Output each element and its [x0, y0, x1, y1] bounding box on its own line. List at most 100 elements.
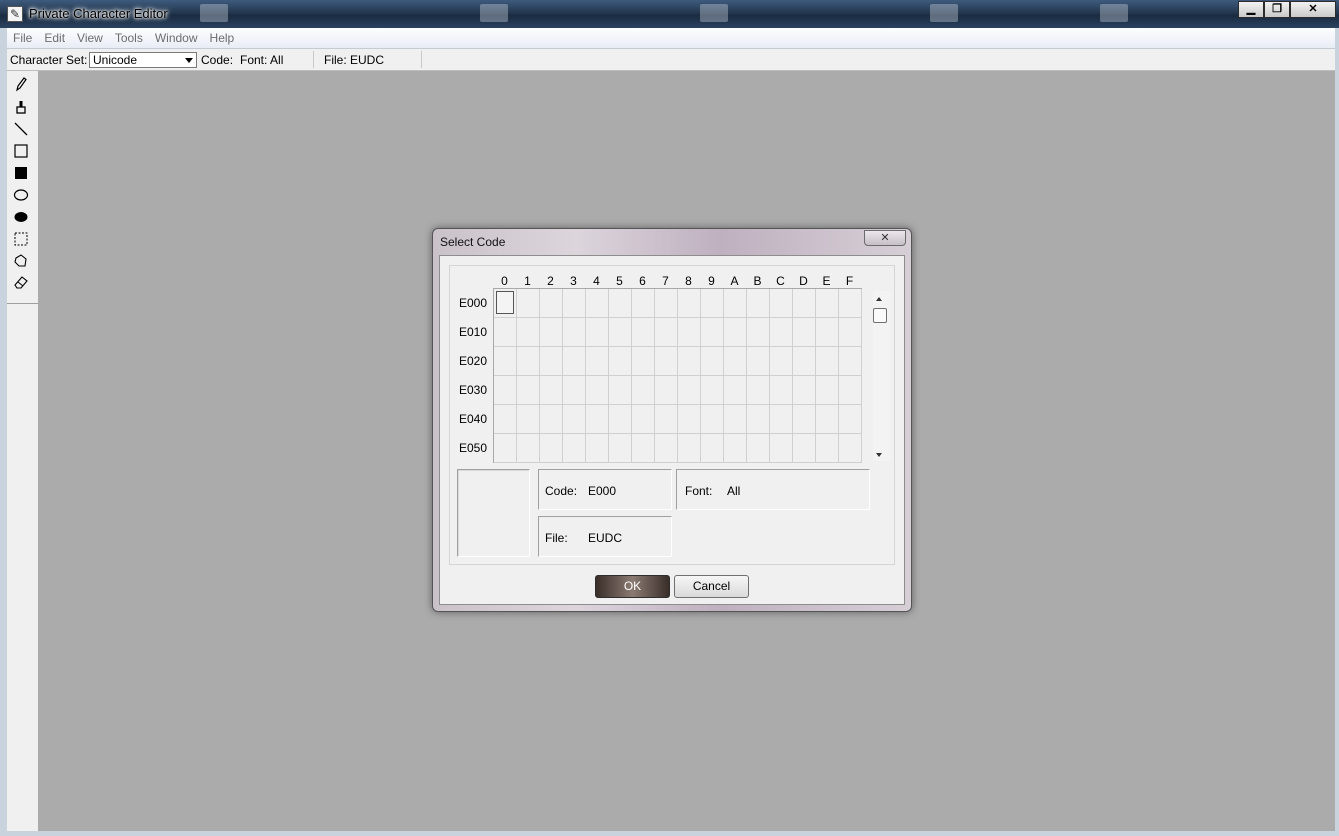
code-cell[interactable] — [563, 434, 586, 463]
code-cell[interactable] — [632, 347, 655, 376]
line-icon[interactable] — [11, 121, 31, 141]
code-cell[interactable] — [747, 434, 770, 463]
code-cell[interactable] — [793, 318, 816, 347]
code-cell[interactable] — [563, 405, 586, 434]
code-cell[interactable] — [494, 376, 517, 405]
code-cell[interactable] — [701, 347, 724, 376]
pencil-icon[interactable] — [11, 76, 31, 96]
code-cell[interactable] — [586, 347, 609, 376]
eraser-icon[interactable] — [11, 274, 31, 294]
hollow-rectangle-icon[interactable] — [11, 143, 31, 163]
code-cell[interactable] — [494, 347, 517, 376]
code-cell[interactable] — [563, 376, 586, 405]
rectangular-selection-icon[interactable] — [11, 231, 31, 251]
code-cell[interactable] — [517, 318, 540, 347]
menu-edit[interactable]: Edit — [38, 28, 71, 46]
scroll-thumb[interactable] — [873, 308, 887, 323]
code-grid-scrollbar[interactable] — [873, 291, 890, 461]
code-cell[interactable] — [517, 347, 540, 376]
code-cell[interactable] — [586, 289, 609, 318]
code-cell[interactable] — [609, 434, 632, 463]
code-cell[interactable] — [770, 318, 793, 347]
code-cell[interactable] — [517, 289, 540, 318]
code-cell[interactable] — [701, 289, 724, 318]
code-cell[interactable] — [494, 405, 517, 434]
menu-window[interactable]: Window — [149, 28, 204, 46]
code-cell[interactable] — [793, 289, 816, 318]
code-cell[interactable] — [678, 405, 701, 434]
code-cell[interactable] — [816, 405, 839, 434]
code-cell[interactable] — [586, 376, 609, 405]
code-cell[interactable] — [747, 347, 770, 376]
code-cell[interactable] — [839, 434, 862, 463]
code-cell[interactable] — [839, 289, 862, 318]
code-cell[interactable] — [609, 318, 632, 347]
code-cell[interactable] — [563, 347, 586, 376]
menu-view[interactable]: View — [71, 28, 109, 46]
code-cell[interactable] — [747, 289, 770, 318]
scroll-up-arrow-icon[interactable] — [876, 297, 882, 301]
code-cell[interactable] — [563, 318, 586, 347]
code-cell[interactable] — [655, 434, 678, 463]
filled-ellipse-icon[interactable] — [11, 209, 31, 229]
brush-icon[interactable] — [11, 99, 31, 119]
code-cell[interactable] — [747, 318, 770, 347]
cancel-button[interactable]: Cancel — [674, 575, 749, 598]
dialog-close-button[interactable]: ✕ — [864, 230, 906, 246]
filled-rectangle-icon[interactable] — [11, 165, 31, 185]
code-cell[interactable] — [747, 405, 770, 434]
code-cell[interactable] — [563, 289, 586, 318]
scroll-down-arrow-icon[interactable] — [876, 453, 882, 457]
code-cell[interactable] — [586, 405, 609, 434]
code-cell[interactable] — [655, 347, 678, 376]
code-cell[interactable] — [839, 376, 862, 405]
code-cell[interactable] — [816, 289, 839, 318]
code-cell[interactable] — [632, 289, 655, 318]
code-cell[interactable] — [540, 405, 563, 434]
code-cell[interactable] — [517, 434, 540, 463]
code-cell[interactable] — [816, 318, 839, 347]
code-cell[interactable] — [724, 318, 747, 347]
code-cell[interactable] — [701, 434, 724, 463]
code-cell[interactable] — [793, 434, 816, 463]
code-cell[interactable] — [609, 289, 632, 318]
code-cell[interactable] — [655, 405, 678, 434]
code-cell[interactable] — [839, 405, 862, 434]
code-cell[interactable] — [793, 405, 816, 434]
code-cell[interactable] — [793, 347, 816, 376]
chevron-down-icon[interactable] — [185, 58, 193, 63]
code-cell[interactable] — [770, 289, 793, 318]
code-cell[interactable] — [517, 376, 540, 405]
code-cell[interactable] — [724, 347, 747, 376]
menu-tools[interactable]: Tools — [109, 28, 149, 46]
code-cell[interactable] — [839, 347, 862, 376]
code-cell[interactable] — [609, 347, 632, 376]
code-cell[interactable] — [540, 347, 563, 376]
code-cell[interactable] — [586, 318, 609, 347]
code-cell[interactable] — [494, 289, 517, 318]
code-cell[interactable] — [678, 347, 701, 376]
code-cell[interactable] — [540, 376, 563, 405]
charset-select[interactable]: Unicode — [89, 52, 197, 68]
hollow-ellipse-icon[interactable] — [11, 187, 31, 207]
code-cell[interactable] — [724, 376, 747, 405]
menu-help[interactable]: Help — [204, 28, 241, 46]
code-cell[interactable] — [770, 376, 793, 405]
freeform-selection-icon[interactable] — [11, 253, 31, 273]
code-cell[interactable] — [655, 376, 678, 405]
code-cell[interactable] — [724, 405, 747, 434]
close-button[interactable]: ✕ — [1290, 1, 1336, 18]
code-cell[interactable] — [586, 434, 609, 463]
code-cell[interactable] — [609, 376, 632, 405]
code-cell[interactable] — [724, 289, 747, 318]
code-cell[interactable] — [839, 318, 862, 347]
code-cell[interactable] — [747, 376, 770, 405]
code-cell[interactable] — [540, 318, 563, 347]
menu-file[interactable]: File — [7, 28, 38, 46]
code-cell[interactable] — [724, 434, 747, 463]
code-cell[interactable] — [770, 434, 793, 463]
code-cell[interactable] — [540, 289, 563, 318]
code-cell[interactable] — [770, 405, 793, 434]
code-cell[interactable] — [678, 289, 701, 318]
code-cell[interactable] — [632, 405, 655, 434]
